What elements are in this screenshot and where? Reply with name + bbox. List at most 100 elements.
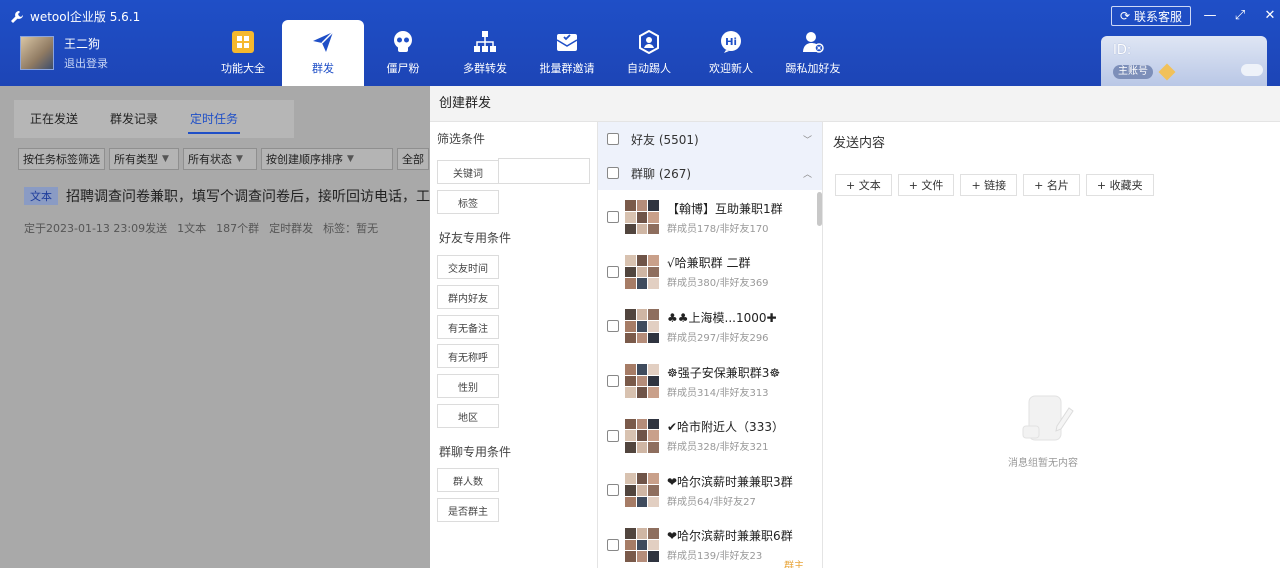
group-name: ❤哈尔滨薪时兼兼职6群 xyxy=(667,529,793,544)
friends-checkbox[interactable] xyxy=(607,133,619,145)
group-info: ☸强子安保兼职群3☸ 群成员314/非好友313 xyxy=(667,364,780,399)
group-friend-button[interactable]: 群内好友 xyxy=(437,285,499,309)
svg-text:Hi: Hi xyxy=(725,37,737,48)
add-card-button[interactable]: + 名片 xyxy=(1023,174,1080,196)
filter-label: 按任务标签筛选 xyxy=(23,153,100,166)
group-avatar xyxy=(625,254,659,289)
task-item[interactable]: 文本 招聘调查问卷兼职，填写个调查问卷后，接听回访电话，工 xyxy=(24,186,430,206)
group-checkbox[interactable] xyxy=(607,429,619,442)
group-checkbox[interactable] xyxy=(607,320,619,333)
group-member-stats: 群成员297/非好友296 xyxy=(667,332,769,344)
avatar[interactable] xyxy=(20,36,54,70)
group-member-stats: 群成员139/非好友23 xyxy=(667,551,763,563)
group-checkbox[interactable] xyxy=(607,211,619,224)
tag-filter-button[interactable]: 标签 xyxy=(437,190,499,214)
nav-features[interactable]: 功能大全 xyxy=(202,20,284,86)
add-link-button[interactable]: + 链接 xyxy=(960,174,1018,196)
logout-link[interactable]: 退出登录 xyxy=(64,55,108,71)
group-row[interactable]: ❤哈尔滨薪时兼兼职3群 群成员64/非好友27 xyxy=(598,463,822,518)
group-row[interactable]: √哈兼职群 二群 群成员380/非好友369 xyxy=(598,245,822,300)
status-filter-select[interactable]: 所有状态 ▼ xyxy=(183,148,257,170)
group-avatar xyxy=(625,309,659,344)
filter-label: 所有状态 xyxy=(188,153,232,166)
chats-group-header[interactable]: 群聊 (267) ︿ xyxy=(598,156,822,190)
main-nav: 功能大全 群发 僵尸粉 多群转发 批量群邀请 自动踢人 Hi 欢迎新人 踢私加好 xyxy=(202,20,854,86)
kick-icon xyxy=(639,30,659,54)
group-name: ✔哈市附近人（333） xyxy=(667,420,784,435)
maximize-button[interactable]: ⤢ xyxy=(1230,6,1250,24)
group-info: ✔哈市附近人（333） 群成员328/非好友321 xyxy=(667,418,784,453)
nav-label: 欢迎新人 xyxy=(709,62,753,75)
contact-service-button[interactable]: ⟳ 联系客服 xyxy=(1111,6,1191,26)
task-tags: 标签：暂无 xyxy=(323,222,379,235)
group-member-stats: 群成员314/非好友313 xyxy=(667,387,769,399)
add-favorite-button[interactable]: + 收藏夹 xyxy=(1085,174,1154,196)
group-row[interactable]: ♣♣上海模...1000✚ 群成员297/非好友296 xyxy=(598,299,822,354)
group-avatar xyxy=(625,200,659,235)
nav-label: 批量群邀请 xyxy=(539,62,595,75)
wrench-icon xyxy=(11,10,23,23)
add-text-button[interactable]: + 文本 xyxy=(835,174,892,196)
empty-state xyxy=(1013,392,1083,449)
task-type-tag: 文本 xyxy=(24,187,58,205)
all-filter-select[interactable]: 全部 xyxy=(397,148,429,170)
nav-mass-send[interactable]: 群发 xyxy=(282,20,364,86)
is-owner-button[interactable]: 是否群主 xyxy=(437,498,499,522)
nav-zombie-fans[interactable]: 僵尸粉 xyxy=(362,20,444,86)
close-button[interactable]: ✕ xyxy=(1260,6,1280,24)
list-scrollbar[interactable] xyxy=(817,192,822,226)
app-title: wetool企业版 5.6.1 xyxy=(10,8,140,25)
group-row[interactable]: ✔哈市附近人（333） 群成员328/非好友321 xyxy=(598,408,822,463)
minimize-button[interactable]: — xyxy=(1200,6,1220,24)
friend-time-button[interactable]: 交友时间 xyxy=(437,255,499,279)
tag-filter-select[interactable]: 按任务标签筛选 xyxy=(18,148,105,170)
sort-select[interactable]: 按创建顺序排序 ▼ xyxy=(261,148,393,170)
title-button[interactable]: 有无称呼 xyxy=(437,344,499,368)
user-x-icon xyxy=(803,32,824,53)
filter-title: 筛选条件 xyxy=(437,132,486,146)
friends-group-header[interactable]: 好友 (5501) ﹀ xyxy=(598,122,822,156)
account-card[interactable]: ID: 主账号 xyxy=(1101,36,1267,86)
content-panel: 发送内容 + 文本 + 文件 + 链接 + 名片 + 收藏夹 消息组暂无内容 xyxy=(823,122,1280,568)
hi-bubble-icon: Hi xyxy=(721,31,741,53)
group-avatar xyxy=(625,418,659,453)
type-filter-select[interactable]: 所有类型 ▼ xyxy=(109,148,179,170)
group-checkbox[interactable] xyxy=(607,265,619,278)
tab-scheduled[interactable]: 定时任务 xyxy=(174,100,254,138)
empty-state-text: 消息组暂无内容 xyxy=(1008,458,1078,469)
group-checkbox[interactable] xyxy=(607,375,619,388)
group-row[interactable]: ☸强子安保兼职群3☸ 群成员314/非好友313 xyxy=(598,354,822,409)
add-file-button[interactable]: + 文件 xyxy=(897,174,955,196)
group-info: ♣♣上海模...1000✚ 群成员297/非好友296 xyxy=(667,309,777,344)
group-row[interactable]: ❤哈尔滨薪时兼兼职6群 群成员139/非好友23 群主 xyxy=(598,518,822,568)
title-bar: wetool企业版 5.6.1 王二狗 退出登录 功能大全 群发 僵尸粉 多群转… xyxy=(0,0,1280,86)
chats-checkbox[interactable] xyxy=(607,167,619,179)
create-mass-send-dialog: 创建群发 筛选条件 关键词 标签 好友专用条件 交友时间 群内好友 有无备注 有… xyxy=(430,86,1280,568)
keyword-input[interactable] xyxy=(498,158,590,184)
chevron-down-icon: ▼ xyxy=(162,154,169,164)
member-count-button[interactable]: 群人数 xyxy=(437,468,499,492)
remark-button[interactable]: 有无备注 xyxy=(437,315,499,339)
nav-welcome[interactable]: Hi 欢迎新人 xyxy=(690,20,772,86)
keyword-label: 关键词 xyxy=(437,160,499,184)
nav-label: 自动踢人 xyxy=(627,62,671,75)
gender-button[interactable]: 性别 xyxy=(437,374,499,398)
task-meta: 定于2023-01-13 23:09发送 1文本 187个群 定时群发 标签：暂… xyxy=(24,220,378,236)
nav-multi-forward[interactable]: 多群转发 xyxy=(444,20,526,86)
group-member-stats: 群成员328/非好友321 xyxy=(667,442,769,454)
tab-sending[interactable]: 正在发送 xyxy=(14,100,94,138)
nav-batch-invite[interactable]: 批量群邀请 xyxy=(526,20,608,86)
group-checkbox[interactable] xyxy=(607,538,619,551)
content-toolbar: + 文本 + 文件 + 链接 + 名片 + 收藏夹 xyxy=(835,174,1154,196)
tab-history[interactable]: 群发记录 xyxy=(94,100,174,138)
group-checkbox[interactable] xyxy=(607,484,619,497)
region-button[interactable]: 地区 xyxy=(437,404,499,428)
filter-label: 按创建顺序排序 xyxy=(266,153,343,166)
nav-auto-kick[interactable]: 自动踢人 xyxy=(608,20,690,86)
group-row[interactable]: 【翰博】互助兼职1群 群成员178/非好友170 xyxy=(598,190,822,245)
filter-panel: 筛选条件 关键词 标签 好友专用条件 交友时间 群内好友 有无备注 有无称呼 性… xyxy=(430,122,598,568)
nav-label: 功能大全 xyxy=(221,62,265,75)
chevron-up-icon: ︿ xyxy=(802,169,812,180)
nav-kick-add-friend[interactable]: 踢私加好友 xyxy=(772,20,854,86)
send-icon xyxy=(313,31,334,52)
